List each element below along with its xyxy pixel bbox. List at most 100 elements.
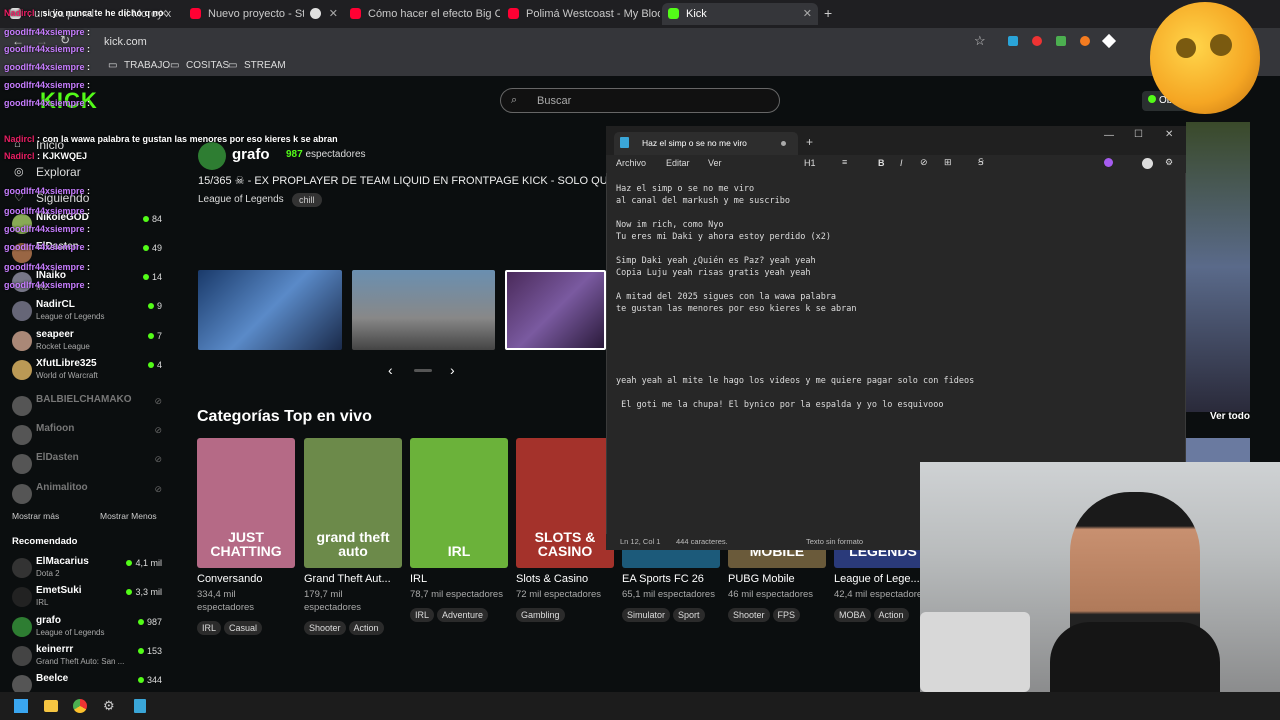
- table-icon[interactable]: ⊞: [944, 157, 952, 168]
- bookmark-stream[interactable]: STREAM: [244, 60, 286, 71]
- channel-name: ElMacarius: [36, 556, 89, 567]
- channel-name: Animalitoo: [36, 482, 88, 493]
- extension-icon[interactable]: [1056, 36, 1066, 46]
- text-line: A mitad del 2025 sigues con la wawa pala…: [616, 292, 837, 302]
- windows-start-icon[interactable]: [14, 699, 28, 713]
- bookmark-folder-icon: ▭: [228, 60, 238, 71]
- show-more-link[interactable]: Mostrar más: [12, 511, 59, 521]
- close-tab-icon[interactable]: ✕: [329, 7, 338, 20]
- carousel-prev-icon[interactable]: ‹: [388, 362, 393, 378]
- sidebar-channel[interactable]: grafo League of Legends 987: [12, 615, 162, 641]
- streamer-name[interactable]: grafo: [232, 146, 270, 163]
- show-less-link[interactable]: Mostrar Menos: [100, 511, 157, 521]
- extension-icon[interactable]: [1032, 36, 1042, 46]
- menu-archivo[interactable]: Archivo: [616, 158, 646, 168]
- close-tab-icon[interactable]: ✕: [803, 7, 812, 20]
- viewer-count-label: espectadores: [305, 149, 366, 160]
- category-tag[interactable]: FPS: [772, 608, 801, 622]
- category-tag[interactable]: Shooter: [304, 621, 346, 635]
- menu-editar[interactable]: Editar: [666, 158, 690, 168]
- sidebar-channel[interactable]: ElMacarius Dota 2 4,1 mil: [12, 556, 162, 582]
- category-tag[interactable]: Shooter: [728, 608, 770, 622]
- category-card[interactable]: grand theft auto Grand Theft Aut... 179,7 …: [304, 438, 402, 636]
- minimize-icon[interactable]: —: [1104, 130, 1114, 141]
- sidebar-channel[interactable]: seapeer Rocket League 7: [12, 329, 162, 355]
- browser-tab-2[interactable]: Nuevo proyecto - Studio: [184, 3, 304, 25]
- see-all-link[interactable]: Ver todo: [1210, 411, 1250, 422]
- bookmark-cositas[interactable]: COSITAS: [186, 60, 229, 71]
- carousel-thumbnail[interactable]: [505, 270, 606, 350]
- kick-icon: [668, 8, 679, 19]
- browser-tab-kick[interactable]: Kick ✕: [662, 3, 818, 25]
- sidebar-channel-offline[interactable]: Mafioon ⊘: [12, 423, 162, 449]
- categories-heading: Categorías Top en vivo: [197, 408, 372, 425]
- bookmark-trabajo[interactable]: TRABAJO: [124, 60, 170, 71]
- chrome-icon[interactable]: [73, 699, 87, 713]
- new-tab-icon[interactable]: +: [824, 5, 832, 21]
- bookmark-star-icon[interactable]: ☆: [974, 33, 986, 49]
- sidebar-channel[interactable]: keinerrr Grand Theft Auto: San ... 153: [12, 644, 162, 670]
- url-field[interactable]: kick.com: [100, 33, 960, 52]
- sidebar-channel-offline[interactable]: Animalitoo ⊘: [12, 482, 162, 508]
- category-tag[interactable]: Sport: [673, 608, 705, 622]
- chat-username: Nadircl: [4, 151, 35, 161]
- stream-tag[interactable]: chill: [292, 193, 322, 207]
- extension-icon[interactable]: [1008, 36, 1018, 46]
- category-card[interactable]: JUST CHATTING Conversando 334,4 mil espect…: [197, 438, 295, 636]
- category-tag[interactable]: Action: [873, 608, 909, 622]
- notepad-tab[interactable]: Haz el simp o se no me viro: [614, 132, 798, 156]
- streamer-avatar[interactable]: [198, 142, 226, 170]
- browser-tab-4[interactable]: Cómo hacer el efecto Big Cvyu: [344, 3, 500, 25]
- background-thumbnail: [1186, 122, 1250, 412]
- sidebar-channel-offline[interactable]: ElDasten ⊘: [12, 452, 162, 478]
- account-icon[interactable]: [1142, 158, 1153, 169]
- chat-username: goodlfr44xsiempre: [4, 262, 85, 272]
- category-tag[interactable]: IRL: [197, 621, 222, 635]
- sidebar-channel-offline[interactable]: BALBIELCHAMAKO ⊘: [12, 394, 162, 420]
- italic-icon[interactable]: I: [900, 158, 903, 168]
- category-tag[interactable]: MOBA: [834, 608, 871, 622]
- category-tag[interactable]: Adventure: [437, 608, 489, 622]
- link-icon[interactable]: ⊘: [920, 157, 928, 168]
- channel-game: Grand Theft Auto: San ...: [36, 657, 125, 666]
- category-tag[interactable]: Gambling: [516, 608, 565, 622]
- sidebar-channel[interactable]: EmetSuki IRL 3,3 mil: [12, 585, 162, 611]
- category-tag[interactable]: Casual: [224, 621, 263, 635]
- settings-gear-icon[interactable]: ⚙: [1165, 157, 1173, 168]
- search-input[interactable]: ⌕ Buscar: [500, 88, 780, 113]
- category-card[interactable]: IRL IRL 78,7 mil espectadores IRL Adventure: [410, 438, 508, 623]
- list-icon[interactable]: ≡: [842, 157, 847, 167]
- channel-name: EmetSuki: [36, 585, 82, 596]
- clear-format-icon[interactable]: Ꞩ: [978, 157, 984, 168]
- heading-dropdown[interactable]: H1: [804, 158, 816, 168]
- stream-category[interactable]: League of Legends: [198, 194, 284, 205]
- browser-tab-5[interactable]: Polimá Westcoast - My Blood P: [502, 3, 660, 25]
- sidebar-channel[interactable]: NadirCL League of Legends 9: [12, 299, 162, 325]
- category-card[interactable]: SLOTS & CASINO Slots & Casino 72 mil espec…: [516, 438, 614, 623]
- new-tab-icon[interactable]: +: [806, 135, 813, 149]
- category-tag[interactable]: Action: [348, 621, 384, 635]
- maximize-icon[interactable]: ☐: [1134, 129, 1143, 140]
- category-tag[interactable]: IRL: [410, 608, 435, 622]
- browser-tab-3[interactable]: ✕: [304, 3, 344, 25]
- category-art-text: JUST CHATTING: [210, 529, 282, 559]
- carousel-thumbnail[interactable]: [198, 270, 342, 350]
- live-dot-icon: [147, 362, 154, 368]
- copilot-icon[interactable]: [1104, 158, 1113, 167]
- app-icon[interactable]: ⚙: [103, 698, 115, 714]
- category-image: SLOTS & CASINO: [516, 438, 614, 568]
- file-explorer-icon[interactable]: [44, 700, 58, 712]
- menu-ver[interactable]: Ver: [708, 158, 722, 168]
- search-placeholder: Buscar: [537, 95, 572, 107]
- extension-icon[interactable]: [1080, 36, 1090, 46]
- sidebar-channel[interactable]: XfutLibre325 World of Warcraft 4: [12, 358, 162, 384]
- close-icon[interactable]: ✕: [1165, 129, 1173, 140]
- viewer-count: 84: [142, 214, 162, 224]
- nav-explorar[interactable]: Explorar: [36, 165, 81, 179]
- viewer-count-value: 3,3 mil: [135, 587, 162, 597]
- notepad-taskbar-icon[interactable]: [134, 699, 146, 713]
- carousel-thumbnail[interactable]: [352, 270, 495, 350]
- category-tag[interactable]: Simulator: [622, 608, 671, 622]
- bold-icon[interactable]: B: [878, 158, 885, 168]
- carousel-next-icon[interactable]: ›: [450, 362, 455, 378]
